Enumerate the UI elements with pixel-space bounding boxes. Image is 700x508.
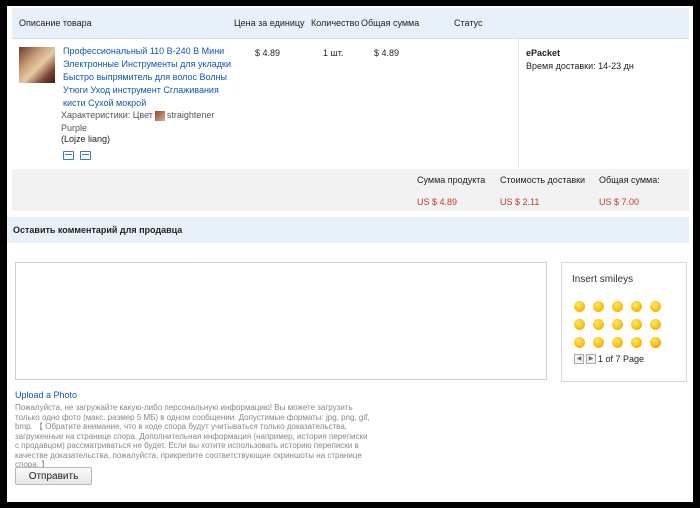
grand-total-value: US $ 7.00 (599, 197, 640, 207)
image-icon[interactable] (63, 151, 74, 160)
smiley-icon[interactable] (593, 301, 604, 312)
row-total: $ 4.89 (374, 48, 400, 58)
shipping-cost-label: Стоимость доставки (500, 175, 586, 185)
smiley-icon[interactable] (574, 301, 585, 312)
header-description: Описание товара (19, 18, 92, 28)
product-thumbnail[interactable] (19, 47, 55, 83)
comment-header-title: Оставить комментарий для продавца (13, 225, 183, 235)
order-panel: Описание товара Цена за единицу Количест… (7, 6, 693, 502)
smileys-panel: Insert smileys ◀ ▶ 1 of 7 Page (561, 262, 687, 382)
smiley-icon[interactable] (593, 337, 604, 348)
product-row: Профессиональный 110 В-240 В Мини Электр… (12, 39, 689, 168)
table-header: Описание товара Цена за единицу Количест… (12, 8, 689, 39)
smiley-icon[interactable] (631, 337, 642, 348)
header-status: Статус (454, 18, 483, 28)
grand-total-label: Общая сумма: (599, 175, 660, 185)
column-divider (518, 39, 519, 168)
product-brand: (Lojze liang) (61, 134, 111, 144)
smiley-icon[interactable] (612, 337, 623, 348)
header-unit-price: Цена за единицу (234, 18, 305, 28)
product-characteristics: Характеристики: Цвет straightener Purple (61, 109, 241, 135)
chars-label: Характеристики: Цвет (61, 110, 153, 120)
product-title-link[interactable]: Профессиональный 110 В-240 В Мини Электр… (63, 45, 233, 110)
color-swatch-icon (154, 110, 165, 121)
order-summary: Сумма продукта US $ 4.89 Стоимость доста… (12, 169, 689, 211)
upload-notice: Пожалуйста, не загружайте какую-либо пер… (15, 403, 370, 469)
upload-photo-link[interactable]: Upload a Photo (15, 390, 77, 400)
prev-page-icon[interactable]: ◀ (574, 354, 584, 364)
smiley-icon[interactable] (650, 337, 661, 348)
smiley-icon[interactable] (650, 301, 661, 312)
card-icon[interactable] (80, 151, 91, 160)
smiley-icon[interactable] (650, 319, 661, 330)
quantity: 1 шт. (323, 48, 344, 58)
header-quantity: Количество (311, 18, 360, 28)
unit-price: $ 4.89 (255, 48, 281, 58)
delivery-time: Время доставки: 14-23 дн (526, 61, 634, 71)
comment-section-header: Оставить комментарий для продавца (7, 217, 689, 243)
smileys-page-indicator: 1 of 7 Page (598, 354, 645, 364)
smiley-icon[interactable] (631, 319, 642, 330)
shipping-method: ePacket (526, 48, 561, 58)
next-page-icon[interactable]: ▶ (586, 354, 596, 364)
product-sum-value: US $ 4.89 (417, 197, 458, 207)
smiley-icon[interactable] (574, 319, 585, 330)
shipping-cost-value: US $ 2.11 (500, 197, 540, 207)
smileys-title: Insert smileys (572, 274, 634, 285)
smiley-icon[interactable] (593, 319, 604, 330)
product-sum-label: Сумма продукта (417, 175, 486, 185)
header-total: Общая сумма (361, 18, 420, 28)
comment-textarea[interactable] (15, 262, 547, 380)
smiley-icon[interactable] (612, 301, 623, 312)
smiley-icon[interactable] (574, 337, 585, 348)
smiley-icon[interactable] (612, 319, 623, 330)
send-button[interactable]: Отправить (15, 467, 92, 485)
smiley-icon[interactable] (631, 301, 642, 312)
